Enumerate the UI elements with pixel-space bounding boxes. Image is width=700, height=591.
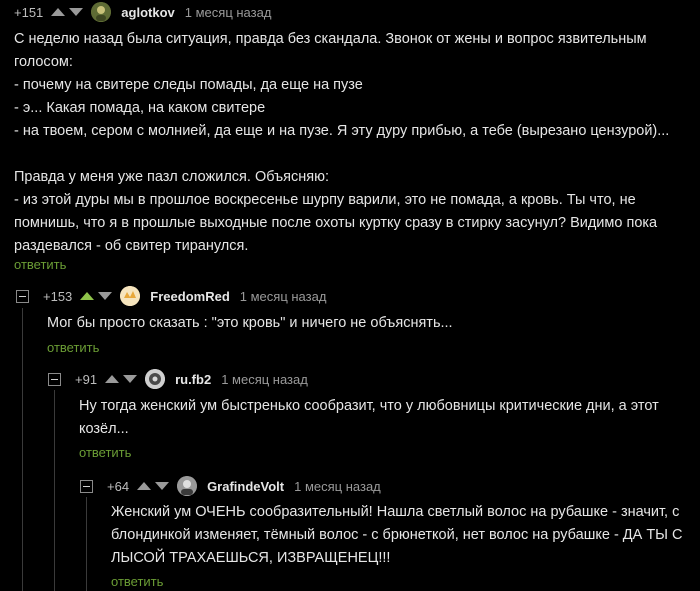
username[interactable]: aglotkov bbox=[121, 5, 174, 20]
reply-link[interactable]: ответить bbox=[14, 257, 66, 272]
username[interactable]: FreedomRed bbox=[150, 289, 229, 304]
reply-link[interactable]: ответить bbox=[79, 445, 131, 460]
comment-rating: +151 bbox=[14, 4, 44, 20]
upvote-icon[interactable] bbox=[80, 292, 95, 300]
comment-header: +64 GrafindeVolt 1 месяц назад bbox=[80, 474, 381, 498]
thread-line bbox=[86, 497, 87, 591]
user-avatar-icon bbox=[145, 369, 166, 389]
collapse-button[interactable] bbox=[48, 372, 61, 386]
comment-rating: +91 bbox=[75, 371, 98, 387]
username[interactable]: ru.fb2 bbox=[175, 372, 211, 387]
upvote-icon[interactable] bbox=[105, 375, 120, 383]
username[interactable]: GrafindeVolt bbox=[207, 479, 284, 494]
avatar[interactable] bbox=[120, 286, 141, 306]
reply-link[interactable]: ответить bbox=[111, 574, 163, 589]
thread-line bbox=[22, 308, 23, 591]
collapse-button[interactable] bbox=[80, 479, 93, 493]
comment-text: Ну тогда женский ум быстренько сообразит… bbox=[79, 398, 659, 437]
comment-rating: +153 bbox=[43, 288, 73, 304]
avatar[interactable] bbox=[177, 476, 198, 496]
downvote-icon[interactable] bbox=[69, 8, 84, 16]
thread-line bbox=[54, 390, 55, 591]
avatar[interactable] bbox=[91, 2, 112, 22]
downvote-icon[interactable] bbox=[123, 375, 138, 383]
comment-text: Мог бы просто сказать : "это кровь" и ни… bbox=[47, 315, 453, 331]
timestamp[interactable]: 1 месяц назад bbox=[294, 479, 381, 494]
downvote-icon[interactable] bbox=[98, 292, 113, 300]
timestamp[interactable]: 1 месяц назад bbox=[221, 372, 308, 387]
collapse-button[interactable] bbox=[16, 289, 29, 303]
reply-link[interactable]: ответить bbox=[47, 340, 99, 355]
upvote-icon[interactable] bbox=[137, 482, 152, 490]
timestamp[interactable]: 1 месяц назад bbox=[185, 5, 272, 20]
downvote-icon[interactable] bbox=[155, 482, 170, 490]
avatar[interactable] bbox=[145, 369, 166, 389]
comment-text: Женский ум ОЧЕНЬ сообразительный! Нашла … bbox=[111, 504, 683, 566]
upvote-icon[interactable] bbox=[51, 8, 66, 16]
timestamp[interactable]: 1 месяц назад bbox=[240, 289, 327, 304]
comment-header: +91 ru.fb2 1 месяц назад bbox=[48, 367, 308, 391]
comment-text: С неделю назад была ситуация, правда без… bbox=[14, 31, 670, 254]
user-avatar-icon bbox=[91, 2, 112, 22]
user-avatar-icon bbox=[120, 286, 141, 306]
user-avatar-icon bbox=[177, 476, 198, 496]
comment-header: +153 FreedomRed 1 месяц назад bbox=[16, 284, 326, 308]
comment-rating: +64 bbox=[107, 478, 130, 494]
comment-header: +151 aglotkov 1 месяц назад bbox=[14, 0, 271, 24]
